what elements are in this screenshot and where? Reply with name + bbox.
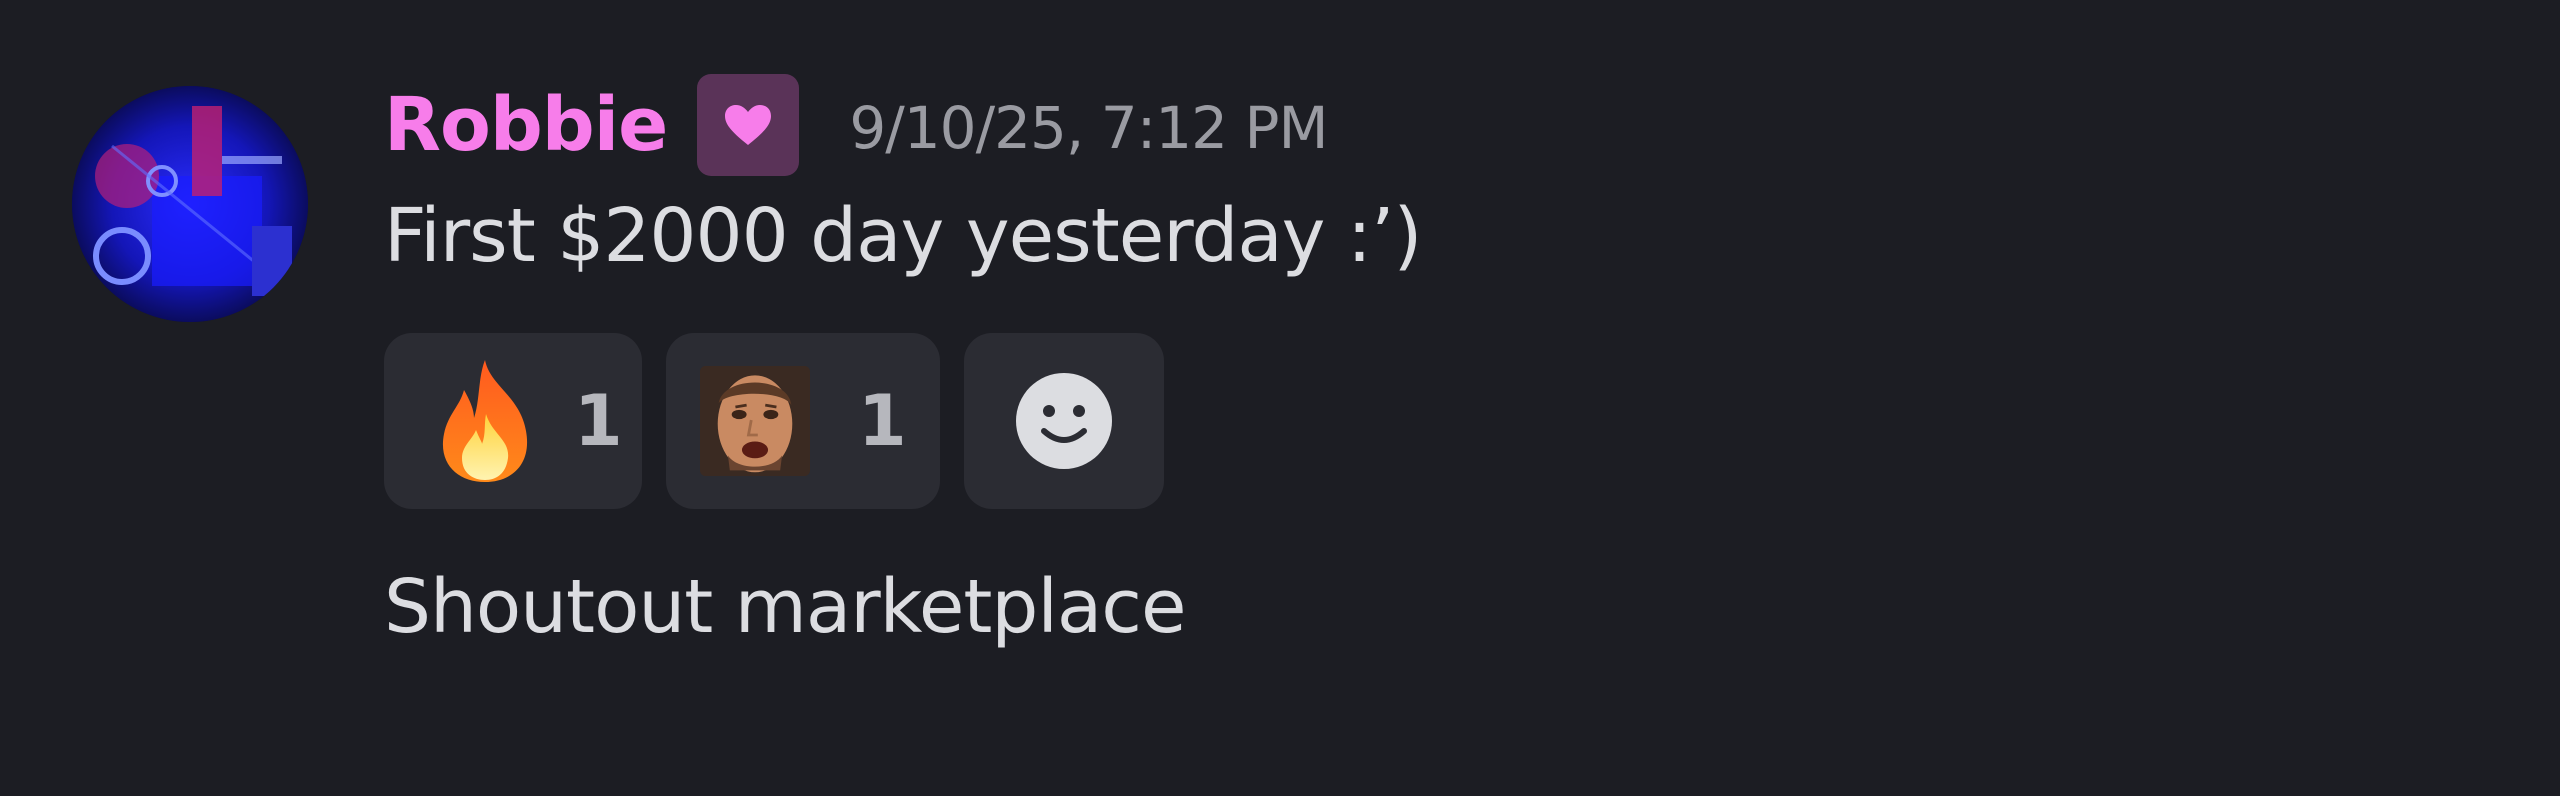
chat-message: Robbie 9/10/25, 7:12 PM First $2000 day …: [0, 0, 2560, 796]
custom-face-emoji-icon: [700, 356, 810, 486]
reaction-custom-face[interactable]: 1: [666, 332, 940, 509]
avatar[interactable]: [72, 86, 308, 322]
smiley-icon: [1016, 372, 1112, 469]
username[interactable]: Robbie: [384, 88, 668, 162]
heart-icon: [725, 105, 772, 145]
reaction-count: 1: [574, 379, 623, 462]
followup-message-content: Shoutout marketplace: [384, 563, 1186, 650]
reaction-count: 1: [858, 379, 907, 462]
reactions-bar: 1 1: [384, 332, 1421, 509]
timestamp: 9/10/25, 7:12 PM: [849, 94, 1328, 162]
message-content: First $2000 day yesterday :’): [384, 193, 1422, 279]
message-body: Robbie 9/10/25, 7:12 PM First $2000 day …: [384, 70, 1422, 653]
fire-emoji-icon: [430, 356, 540, 486]
avatar-image: [72, 86, 308, 322]
reaction-fire[interactable]: 1: [384, 332, 642, 509]
role-badge[interactable]: [697, 74, 800, 176]
message-header: Robbie 9/10/25, 7:12 PM: [384, 70, 1421, 180]
add-reaction-button[interactable]: [964, 332, 1164, 509]
